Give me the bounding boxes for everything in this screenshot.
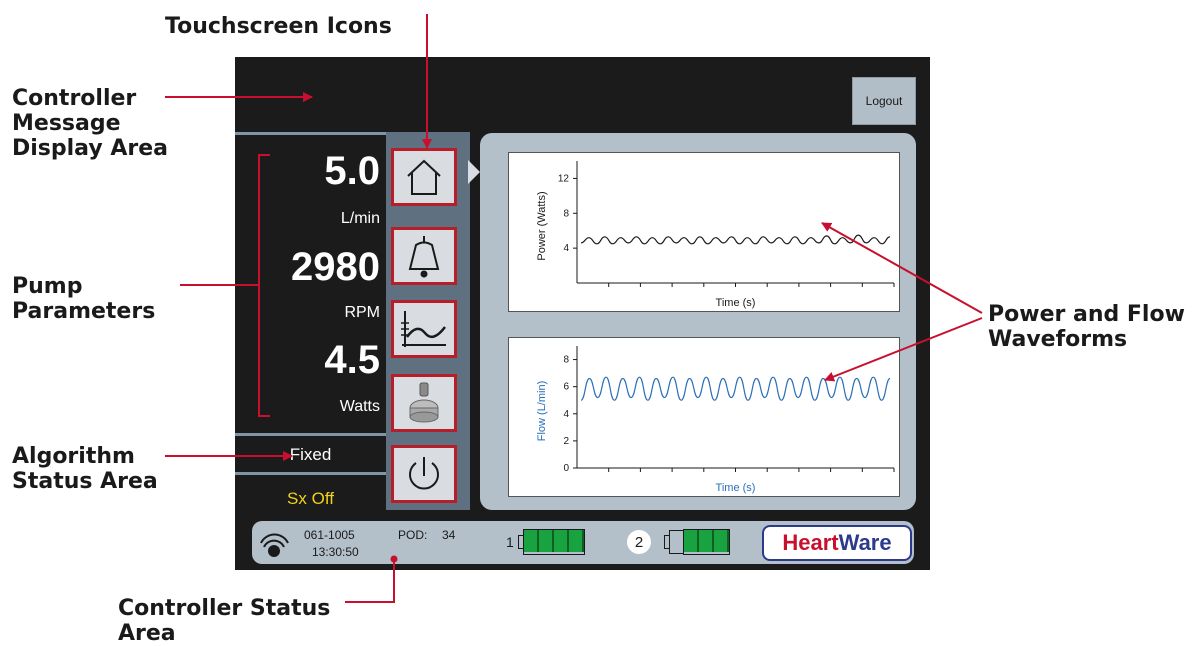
- power-icon: [409, 457, 439, 490]
- battery1-cell: [524, 530, 539, 552]
- x-axis-label: Time (s): [716, 297, 756, 309]
- power-value: 4.5: [324, 338, 380, 382]
- y-tick-label: 12: [558, 173, 570, 184]
- battery2-cell: [699, 530, 714, 552]
- power-button[interactable]: [391, 445, 457, 503]
- battery1-label: 1: [506, 534, 514, 550]
- alarm-bell-icon: [408, 236, 440, 278]
- battery1-cell: [569, 530, 584, 552]
- speed-value: 2980: [291, 245, 380, 289]
- callout-waveforms: Power and Flow Waveforms: [988, 302, 1185, 352]
- callout-message-area: Controller Message Display Area: [12, 86, 168, 161]
- divider-low: [235, 472, 386, 475]
- y-axis-label: Power (Watts): [536, 191, 548, 260]
- battery1-cell: [539, 530, 554, 552]
- power-chart: 4 8 12 Time (s) Power (Watts): [508, 152, 900, 312]
- divider-top: [235, 132, 386, 135]
- callout-touchscreen-icons: Touchscreen Icons: [165, 14, 392, 39]
- wireless-icon: [260, 533, 289, 557]
- battery2-cell: [714, 530, 729, 552]
- heartware-logo: Heart Ware: [762, 525, 912, 561]
- y-tick-label: 6: [563, 382, 569, 393]
- battery2-cells: [683, 529, 730, 555]
- battery1-cells: [523, 529, 585, 555]
- series-line: [580, 376, 891, 401]
- logo-heart: Heart: [782, 530, 839, 555]
- y-tick-label: 0: [563, 463, 569, 474]
- controller-screen: Logout 5.0 L/min 2980 RPM 4.5 Watts Fixe…: [235, 57, 930, 570]
- battery1: [518, 529, 585, 555]
- icon-column: [386, 132, 470, 510]
- battery2-empty-cell: [669, 530, 683, 554]
- waveform-button[interactable]: [391, 300, 457, 358]
- power-unit: Watts: [339, 398, 380, 415]
- divider-mid: [235, 433, 386, 436]
- y-tick-label: 8: [563, 208, 569, 219]
- battery2: [664, 529, 730, 555]
- waveform-icon: [401, 311, 446, 347]
- y-tick-label: 2: [563, 436, 569, 447]
- suction-status: Sx Off: [287, 489, 334, 508]
- battery2-badge: 2: [627, 530, 651, 554]
- active-indicator-arrow: [468, 160, 480, 184]
- y-tick-label: 4: [563, 409, 569, 420]
- pod-value: 34: [442, 528, 456, 542]
- controller-status-bar: 061-1005 13:30:50 POD: 34 1 2 Heart Ware: [252, 521, 914, 564]
- algorithm-status: Fixed: [289, 445, 332, 464]
- x-axis-label: Time (s): [716, 482, 756, 494]
- pod-label: POD:: [398, 528, 428, 542]
- controller-serial: 061-1005: [304, 528, 355, 542]
- alarm-button[interactable]: [391, 227, 457, 285]
- flow-chart-svg: 0 2 4 6 8 Time (s) Flow (L/min): [536, 346, 895, 494]
- home-icon: [407, 159, 441, 195]
- series-line: [580, 234, 891, 245]
- flow-unit: L/min: [340, 210, 380, 227]
- pump-icon: [409, 382, 439, 423]
- y-axis-label: Flow (L/min): [536, 381, 548, 442]
- pump-button[interactable]: [391, 374, 457, 432]
- flow-value: 5.0: [324, 149, 380, 193]
- speed-unit: RPM: [344, 304, 380, 321]
- callout-pump-parameters: Pump Parameters: [12, 274, 156, 324]
- power-chart-svg: 4 8 12 Time (s) Power (Watts): [536, 161, 895, 309]
- battery1-cell: [554, 530, 569, 552]
- controller-time: 13:30:50: [312, 545, 359, 559]
- y-tick-label: 4: [563, 243, 569, 254]
- flow-chart: 0 2 4 6 8 Time (s) Flow (L/min): [508, 337, 900, 497]
- waveform-panel: 4 8 12 Time (s) Power (Watts) 0 2 4 6 8 Time (s) F…: [480, 133, 916, 510]
- callout-algorithm-status: Algorithm Status Area: [12, 444, 158, 494]
- y-tick-label: 8: [563, 355, 569, 366]
- callout-controller-status: Controller Status Area: [118, 596, 331, 646]
- home-button[interactable]: [391, 148, 457, 206]
- battery2-cell: [684, 530, 699, 552]
- logo-ware: Ware: [838, 530, 892, 555]
- logout-button[interactable]: Logout: [852, 77, 916, 125]
